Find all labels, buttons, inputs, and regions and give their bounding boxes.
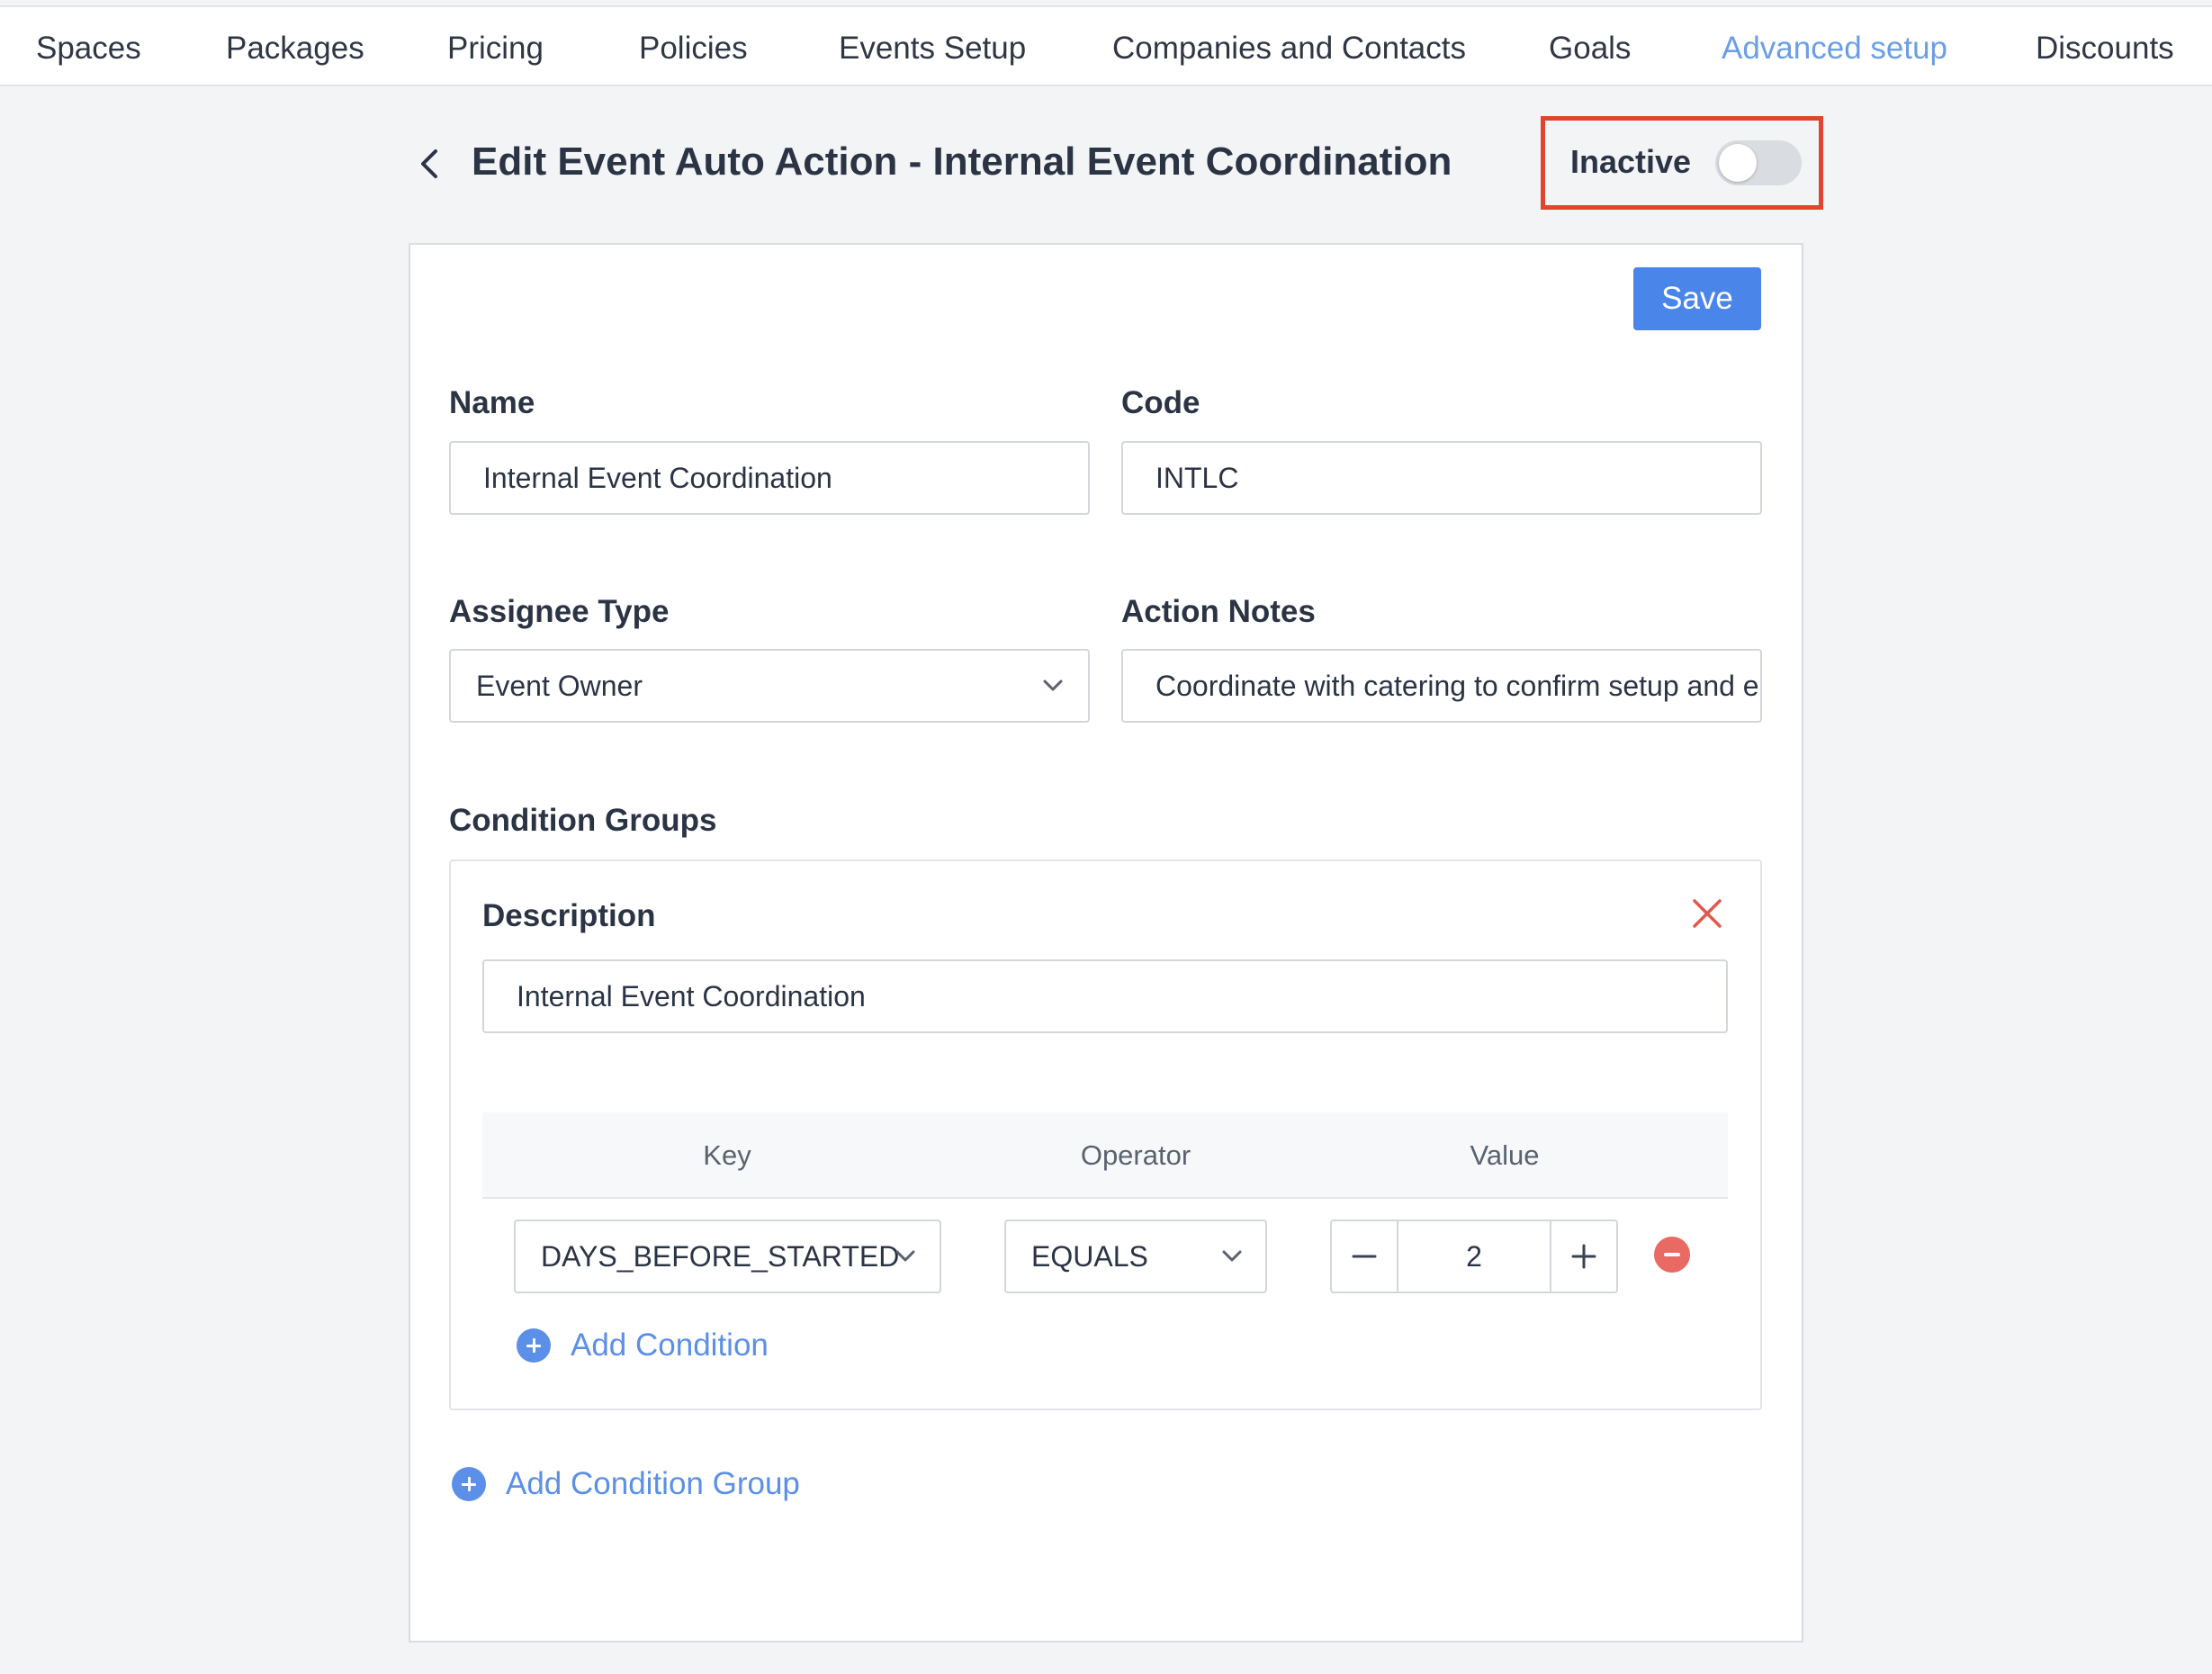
column-value: Value <box>1470 1139 1540 1171</box>
column-key: Key <box>703 1139 751 1171</box>
chevron-down-icon <box>893 1247 918 1265</box>
minus-icon[interactable] <box>1332 1221 1397 1292</box>
nav-companies-and-contacts[interactable]: Companies and Contacts <box>1112 7 1466 86</box>
condition-key-value: DAYS_BEFORE_STARTED <box>541 1240 900 1273</box>
condition-groups-label: Condition Groups <box>449 803 717 838</box>
save-button[interactable]: Save <box>1633 267 1761 330</box>
nav-discounts[interactable]: Discounts <box>2036 7 2174 86</box>
top-navigation: Spaces Packages Pricing Policies Events … <box>0 5 2212 86</box>
nav-pricing[interactable]: Pricing <box>447 7 544 86</box>
nav-goals[interactable]: Goals <box>1549 7 1631 86</box>
add-condition-group-label: Add Condition Group <box>506 1466 800 1501</box>
add-condition-label: Add Condition <box>571 1328 769 1363</box>
name-input[interactable]: Internal Event Coordination <box>449 441 1090 515</box>
chevron-down-icon <box>1040 677 1066 695</box>
conditions-table-header: Key Operator Value <box>482 1112 1728 1199</box>
chevron-down-icon <box>1219 1247 1245 1265</box>
assignee-type-label: Assignee Type <box>449 594 670 629</box>
assignee-type-value: Event Owner <box>476 670 643 702</box>
status-label: Inactive <box>1570 143 1692 180</box>
condition-value-stepper: 2 <box>1330 1220 1618 1293</box>
nav-packages[interactable]: Packages <box>226 7 364 86</box>
condition-operator-value: EQUALS <box>1031 1240 1148 1273</box>
action-notes-input[interactable]: Coordinate with catering to confirm setu… <box>1121 649 1762 723</box>
action-notes-label: Action Notes <box>1121 594 1316 629</box>
plus-circle-icon <box>452 1467 486 1501</box>
name-label: Name <box>449 385 535 420</box>
condition-value-input[interactable]: 2 <box>1397 1221 1551 1292</box>
page-title: Edit Event Auto Action - Internal Event … <box>472 140 1452 184</box>
nav-policies[interactable]: Policies <box>639 7 748 86</box>
toggle-knob <box>1719 144 1757 182</box>
nav-spaces[interactable]: Spaces <box>36 7 141 86</box>
code-label: Code <box>1121 385 1200 420</box>
code-input[interactable]: INTLC <box>1121 441 1762 515</box>
nav-events-setup[interactable]: Events Setup <box>839 7 1026 86</box>
chevron-left-icon[interactable] <box>414 144 445 184</box>
description-input[interactable]: Internal Event Coordination <box>482 959 1728 1033</box>
remove-condition-icon[interactable] <box>1654 1237 1690 1273</box>
add-condition-button[interactable]: Add Condition <box>517 1323 805 1368</box>
add-condition-group-button[interactable]: Add Condition Group <box>452 1462 830 1507</box>
condition-key-select[interactable]: DAYS_BEFORE_STARTED <box>514 1220 941 1293</box>
active-toggle[interactable] <box>1715 140 1802 185</box>
nav-advanced-setup[interactable]: Advanced setup <box>1722 7 1947 86</box>
assignee-type-select[interactable]: Event Owner <box>449 649 1090 723</box>
plus-icon[interactable] <box>1551 1221 1616 1292</box>
plus-circle-icon <box>517 1328 551 1363</box>
column-operator: Operator <box>1080 1139 1191 1171</box>
close-icon[interactable] <box>1692 898 1722 929</box>
description-label: Description <box>482 898 656 933</box>
